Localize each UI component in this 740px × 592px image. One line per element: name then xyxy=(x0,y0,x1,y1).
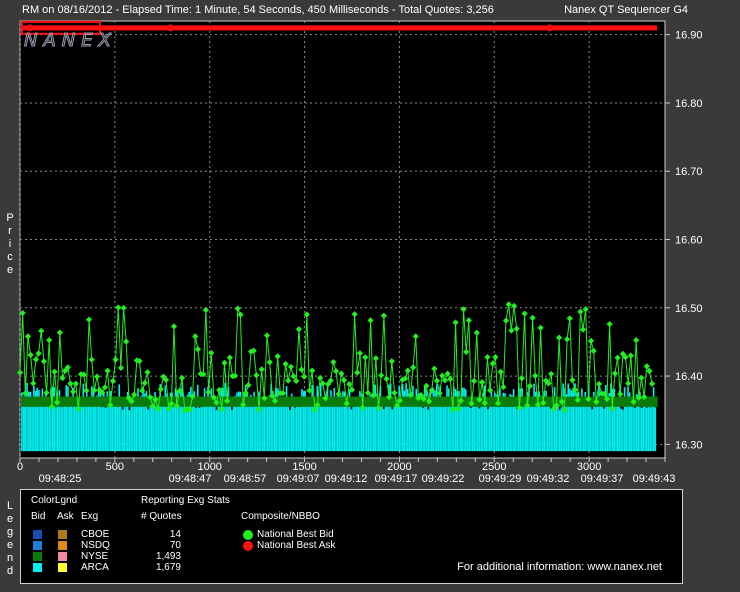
time-label: 09:49:07 xyxy=(277,473,320,485)
col-bid: Bid xyxy=(31,511,46,522)
arca-bid-swatch xyxy=(33,563,42,572)
time-labels: 09:48:25 09:48:47 09:48:57 09:49:07 09:49:12… xyxy=(39,473,676,485)
composite-title: Composite/NBBO xyxy=(241,511,320,522)
time-label: 09:49:17 xyxy=(375,473,418,485)
color-legend-title: ColorLgnd xyxy=(31,495,78,506)
side-letter: L xyxy=(6,500,14,512)
nyse-ask-swatch xyxy=(58,552,67,561)
y-tick-label: 16.60 xyxy=(675,235,703,247)
x-tick-label: 1000 xyxy=(197,461,221,473)
legend-panel: ColorLgnd Reporting Exg Stats Bid Ask Ex… xyxy=(20,489,683,584)
time-label: 09:49:32 xyxy=(527,473,570,485)
time-label: 09:48:57 xyxy=(224,473,267,485)
quotes-arca: 1,679 xyxy=(155,562,181,573)
y-tick-label: 16.30 xyxy=(675,439,703,451)
side-letter: e xyxy=(6,539,14,551)
stats-title: Reporting Exg Stats xyxy=(141,495,230,506)
best-ask-point xyxy=(166,24,174,32)
time-label: 09:49:29 xyxy=(479,473,522,485)
quotes-cboe: 14 xyxy=(169,529,181,540)
exg-nsdq: NSDQ xyxy=(81,540,110,551)
cboe-ask-swatch xyxy=(58,530,67,539)
y-tick-label: 16.90 xyxy=(675,30,703,42)
x-tick-label: 2000 xyxy=(387,461,411,473)
exg-cboe: CBOE xyxy=(81,529,110,540)
time-label: 09:48:47 xyxy=(169,473,212,485)
nyse-bar xyxy=(652,396,658,407)
time-label: 09:49:43 xyxy=(633,473,676,485)
side-letter: e xyxy=(6,513,14,525)
x-tick-label: 0 xyxy=(17,461,23,473)
legend-side-label: Legend xyxy=(4,500,16,578)
side-letter: d xyxy=(6,565,14,577)
y-tick-label: 16.80 xyxy=(675,98,703,110)
arca-ask-swatch xyxy=(58,563,67,572)
nsdq-ask-swatch xyxy=(58,541,67,550)
exg-arca: ARCA xyxy=(81,562,109,573)
nbbo-bid-label: National Best Bid xyxy=(257,529,334,540)
time-label: 09:48:25 xyxy=(39,473,82,485)
y-tick-label: 16.40 xyxy=(675,371,703,383)
x-tick-labels: 0 500 1000 1500 2000 2500 3000 xyxy=(17,461,601,473)
cboe-bid-swatch xyxy=(33,530,42,539)
nsdq-bid-swatch xyxy=(33,541,42,550)
best-ask-point xyxy=(546,24,554,32)
col-quotes: # Quotes xyxy=(141,511,182,522)
info-text: For additional information: www.nanex.ne… xyxy=(457,561,662,573)
col-exg: Exg xyxy=(81,511,99,522)
y-tick-label: 16.70 xyxy=(675,166,703,178)
y-tick-label: 16.50 xyxy=(675,303,703,315)
x-tick-label: 500 xyxy=(106,461,124,473)
exg-nyse: NYSE xyxy=(81,551,109,562)
side-letter: n xyxy=(6,552,14,564)
side-letter: g xyxy=(6,526,14,538)
price-chart: NANEX 16.30 16.40 16.50 16.60 16.70 16.80 16.9… xyxy=(16,20,703,485)
quotes-nsdq: 70 xyxy=(169,540,181,551)
best-bid-dot xyxy=(243,530,253,540)
watermark-logo: NANEX xyxy=(24,30,117,51)
col-ask: Ask xyxy=(57,511,74,522)
x-tick-label: 1500 xyxy=(292,461,316,473)
x-tick-label: 3000 xyxy=(577,461,601,473)
y-tick-labels: 16.30 16.40 16.50 16.60 16.70 16.80 16.90 xyxy=(675,30,703,452)
time-label: 09:49:37 xyxy=(581,473,624,485)
time-label: 09:49:22 xyxy=(422,473,465,485)
x-tick-label: 2500 xyxy=(482,461,506,473)
nyse-bid-swatch xyxy=(33,552,42,561)
time-label: 09:49:12 xyxy=(325,473,368,485)
quotes-nyse: 1,493 xyxy=(155,551,181,562)
best-ask-dot xyxy=(243,541,253,551)
nbbo-ask-label: National Best Ask xyxy=(257,540,336,551)
